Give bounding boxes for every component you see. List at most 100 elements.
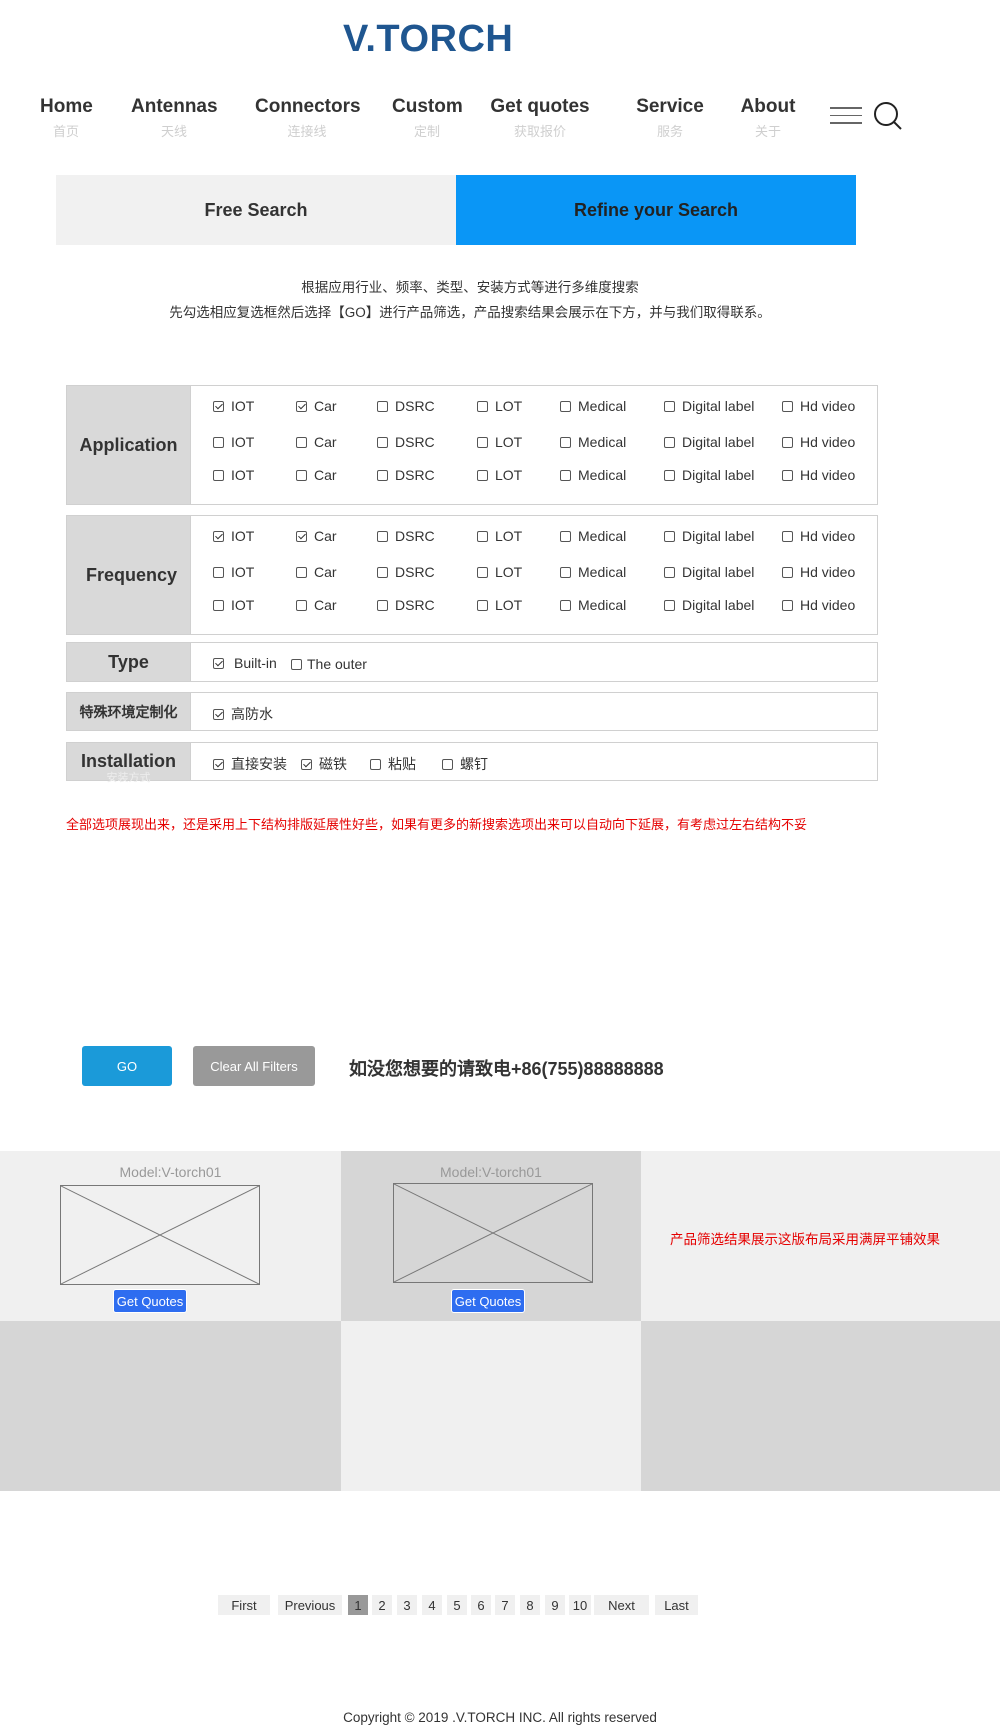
- product-image-placeholder[interactable]: [60, 1185, 260, 1285]
- checkbox-box[interactable]: [560, 436, 571, 448]
- go-button[interactable]: GO: [82, 1046, 172, 1086]
- checkbox-application-car[interactable]: Car: [296, 434, 337, 450]
- nav-connectors[interactable]: Connectors 连接线: [255, 96, 361, 140]
- checkbox-application-medical[interactable]: Medical: [560, 434, 626, 450]
- checkbox-application-dsrc[interactable]: DSRC: [377, 398, 435, 414]
- checkbox-box[interactable]: [664, 530, 675, 542]
- pagination-last[interactable]: Last: [655, 1595, 698, 1615]
- tab-refine-search[interactable]: Refine your Search: [456, 175, 856, 245]
- checkbox-built-in[interactable]: Built-in: [213, 655, 277, 671]
- product-image-placeholder[interactable]: [393, 1183, 593, 1283]
- checkbox-box[interactable]: [664, 436, 675, 448]
- pagination-page-5[interactable]: 5: [447, 1595, 467, 1615]
- pagination-next[interactable]: Next: [594, 1595, 649, 1615]
- checkbox-box[interactable]: [782, 599, 793, 611]
- checkbox-application-lot[interactable]: LOT: [477, 434, 522, 450]
- checkbox-the-outer[interactable]: The outer: [291, 656, 367, 672]
- checkbox-frequency-car[interactable]: Car: [296, 528, 337, 544]
- checkbox-application-hd-video[interactable]: Hd video: [782, 434, 855, 450]
- checkbox-box[interactable]: [377, 436, 388, 448]
- checkbox-application-hd-video[interactable]: Hd video: [782, 467, 855, 483]
- nav-antennas[interactable]: Antennas 天线: [131, 96, 218, 140]
- checkbox-magnet[interactable]: 磁铁: [301, 754, 347, 774]
- nav-custom[interactable]: Custom 定制: [392, 96, 463, 140]
- site-logo[interactable]: V.TORCH: [343, 18, 513, 61]
- checkbox-box[interactable]: [296, 566, 307, 578]
- checkbox-application-medical[interactable]: Medical: [560, 467, 626, 483]
- pagination-page-1[interactable]: 1: [348, 1595, 368, 1615]
- checkbox-frequency-medical[interactable]: Medical: [560, 528, 626, 544]
- pagination-previous[interactable]: Previous: [278, 1595, 342, 1615]
- checkbox-box[interactable]: [782, 469, 793, 481]
- checkbox-box[interactable]: [296, 530, 307, 542]
- pagination-first[interactable]: First: [218, 1595, 270, 1615]
- checkbox-box[interactable]: [477, 469, 488, 481]
- checkbox-box[interactable]: [213, 657, 224, 669]
- pagination-page-4[interactable]: 4: [422, 1595, 442, 1615]
- pagination-page-10[interactable]: 10: [569, 1595, 591, 1615]
- checkbox-application-dsrc[interactable]: DSRC: [377, 467, 435, 483]
- checkbox-frequency-digital-label[interactable]: Digital label: [664, 597, 754, 613]
- checkbox-box[interactable]: [442, 758, 453, 770]
- pagination-page-9[interactable]: 9: [545, 1595, 565, 1615]
- checkbox-box[interactable]: [664, 566, 675, 578]
- checkbox-application-digital-label[interactable]: Digital label: [664, 467, 754, 483]
- checkbox-screw[interactable]: 螺钉: [442, 754, 488, 774]
- checkbox-frequency-iot[interactable]: IOT: [213, 597, 254, 613]
- checkbox-application-digital-label[interactable]: Digital label: [664, 434, 754, 450]
- checkbox-frequency-lot[interactable]: LOT: [477, 597, 522, 613]
- checkbox-application-dsrc[interactable]: DSRC: [377, 434, 435, 450]
- checkbox-frequency-car[interactable]: Car: [296, 597, 337, 613]
- checkbox-box[interactable]: [296, 400, 307, 412]
- checkbox-application-digital-label[interactable]: Digital label: [664, 398, 754, 414]
- checkbox-box[interactable]: [477, 599, 488, 611]
- checkbox-box[interactable]: [296, 469, 307, 481]
- checkbox-frequency-lot[interactable]: LOT: [477, 564, 522, 580]
- checkbox-box[interactable]: [213, 566, 224, 578]
- checkbox-box[interactable]: [370, 758, 381, 770]
- checkbox-frequency-dsrc[interactable]: DSRC: [377, 528, 435, 544]
- checkbox-box[interactable]: [477, 566, 488, 578]
- pagination-page-7[interactable]: 7: [495, 1595, 515, 1615]
- checkbox-frequency-hd-video[interactable]: Hd video: [782, 597, 855, 613]
- checkbox-frequency-hd-video[interactable]: Hd video: [782, 528, 855, 544]
- checkbox-box[interactable]: [213, 599, 224, 611]
- nav-get-quotes[interactable]: Get quotes 获取报价: [489, 96, 591, 140]
- checkbox-box[interactable]: [664, 469, 675, 481]
- checkbox-application-lot[interactable]: LOT: [477, 398, 522, 414]
- checkbox-box[interactable]: [477, 400, 488, 412]
- checkbox-frequency-digital-label[interactable]: Digital label: [664, 528, 754, 544]
- checkbox-box[interactable]: [296, 599, 307, 611]
- checkbox-frequency-car[interactable]: Car: [296, 564, 337, 580]
- checkbox-box[interactable]: [560, 400, 571, 412]
- checkbox-box[interactable]: [664, 599, 675, 611]
- checkbox-frequency-dsrc[interactable]: DSRC: [377, 597, 435, 613]
- checkbox-box[interactable]: [377, 530, 388, 542]
- pagination-page-3[interactable]: 3: [397, 1595, 417, 1615]
- checkbox-application-hd-video[interactable]: Hd video: [782, 398, 855, 414]
- checkbox-box[interactable]: [477, 436, 488, 448]
- checkbox-box[interactable]: [782, 400, 793, 412]
- clear-filters-button[interactable]: Clear All Filters: [193, 1046, 315, 1086]
- checkbox-box[interactable]: [377, 469, 388, 481]
- checkbox-box[interactable]: [213, 530, 224, 542]
- checkbox-box[interactable]: [560, 469, 571, 481]
- get-quotes-button[interactable]: Get Quotes: [451, 1289, 525, 1313]
- checkbox-application-iot[interactable]: IOT: [213, 398, 254, 414]
- nav-home[interactable]: Home 首页: [40, 96, 93, 140]
- checkbox-box[interactable]: [560, 566, 571, 578]
- checkbox-application-car[interactable]: Car: [296, 467, 337, 483]
- checkbox-frequency-iot[interactable]: IOT: [213, 564, 254, 580]
- search-icon[interactable]: [873, 101, 903, 131]
- checkbox-box[interactable]: [213, 758, 224, 770]
- checkbox-box[interactable]: [560, 530, 571, 542]
- checkbox-frequency-hd-video[interactable]: Hd video: [782, 564, 855, 580]
- checkbox-adhesive[interactable]: 粘贴: [370, 754, 416, 774]
- checkbox-box[interactable]: [291, 658, 302, 670]
- pagination-page-6[interactable]: 6: [471, 1595, 491, 1615]
- checkbox-box[interactable]: [213, 708, 224, 720]
- menu-icon[interactable]: [830, 107, 862, 127]
- checkbox-frequency-medical[interactable]: Medical: [560, 564, 626, 580]
- checkbox-box[interactable]: [377, 566, 388, 578]
- checkbox-box[interactable]: [301, 758, 312, 770]
